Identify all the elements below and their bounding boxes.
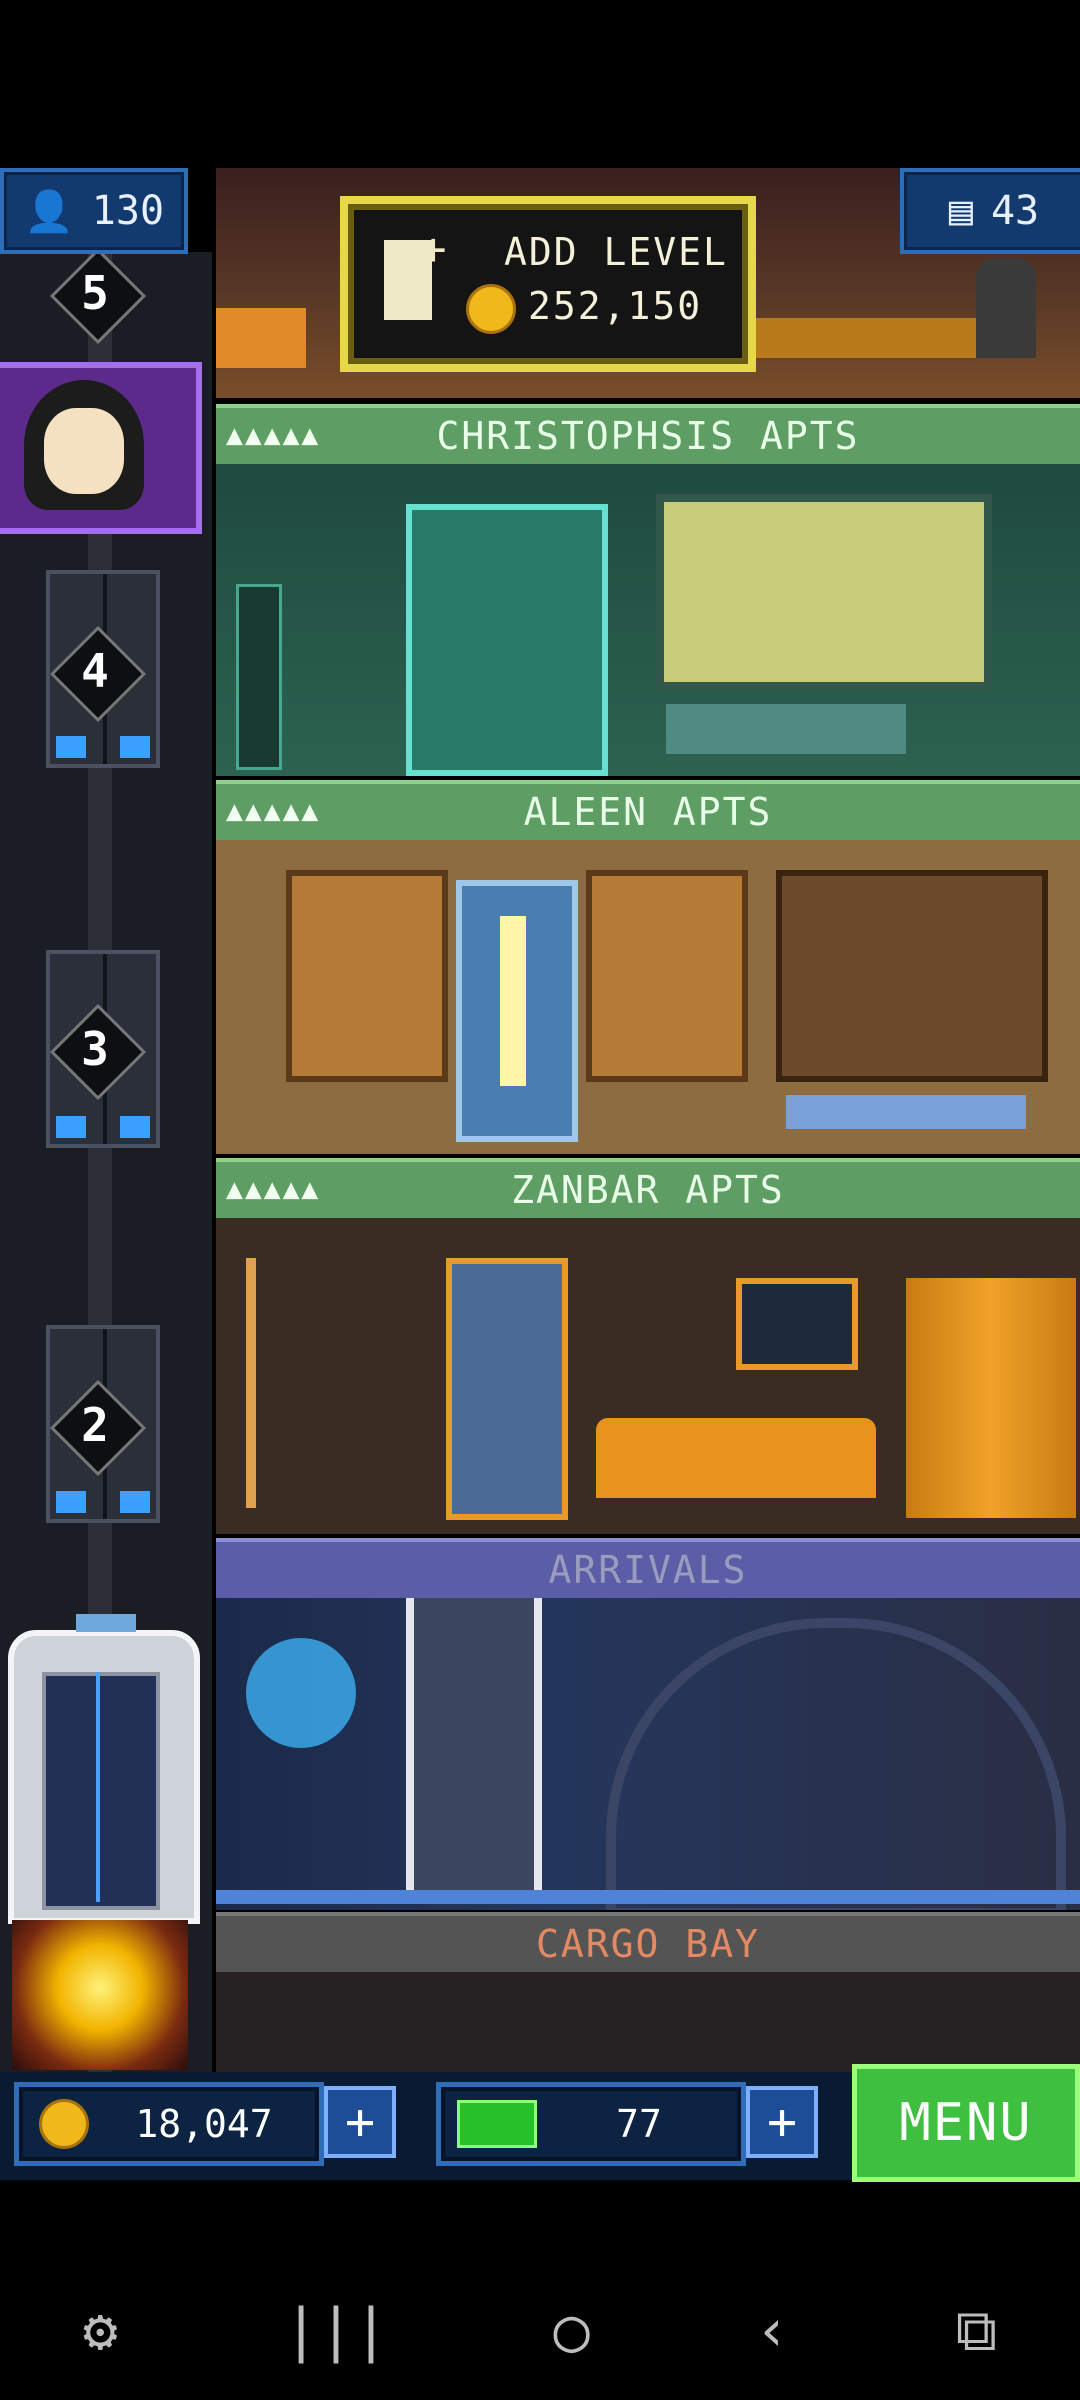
plus-icon: + xyxy=(344,2093,376,2151)
floor-zanbar[interactable]: ▲▲▲▲▲ ZANBAR APTS xyxy=(216,1158,1080,1534)
decor-pillars xyxy=(906,1278,1076,1518)
buy-bux-button[interactable]: + xyxy=(746,2086,818,2158)
bux-balance: 77 xyxy=(616,2102,662,2146)
floor-name: ZANBAR APTS xyxy=(511,1168,785,1212)
floor-number: 3 xyxy=(81,1022,109,1076)
star-rating: ▲▲▲▲▲ xyxy=(226,1172,321,1205)
recent-apps-icon[interactable]: ||| xyxy=(284,2296,389,2364)
door xyxy=(456,880,578,1142)
floor-name: ALEEN APTS xyxy=(523,790,773,834)
game-tools-icon[interactable]: ⚙ xyxy=(83,2296,118,2364)
floor-number: 2 xyxy=(81,1398,109,1452)
add-level-label: ADD LEVEL xyxy=(504,230,728,274)
floor-header: ARRIVALS xyxy=(216,1538,1080,1602)
coin-icon xyxy=(466,284,516,334)
door xyxy=(406,504,608,776)
plus-icon: + xyxy=(766,2093,798,2151)
star-rating: ▲▲▲▲▲ xyxy=(226,418,321,451)
floor-count-badge[interactable]: ▤ 43 xyxy=(900,168,1080,254)
floor-number: 4 xyxy=(81,644,109,698)
floor-name: ARRIVALS xyxy=(548,1548,748,1592)
platform xyxy=(216,1890,1080,1904)
bux-icon xyxy=(457,2100,537,2148)
elevator-car[interactable] xyxy=(8,1614,200,1924)
coins-panel: 18,047 xyxy=(14,2082,324,2166)
population-count: 130 xyxy=(91,188,165,234)
door xyxy=(446,1258,568,1520)
table xyxy=(786,1095,1026,1129)
back-icon[interactable]: ‹ xyxy=(755,2296,790,2364)
person-icon: 👤 xyxy=(23,188,74,235)
screenshot-icon[interactable]: ⧉ xyxy=(956,2296,997,2365)
floor-count: 43 xyxy=(990,188,1040,234)
avatar[interactable] xyxy=(0,362,202,534)
building-icon: ▤ xyxy=(948,188,973,234)
floor-christophsis[interactable]: ▲▲▲▲▲ CHRISTOPHSIS APTS xyxy=(216,404,1080,776)
panel xyxy=(286,870,448,1082)
system-nav-bar: ⚙ ||| ◯ ‹ ⧉ xyxy=(0,2260,1080,2400)
floor-header: ▲▲▲▲▲ ALEEN APTS xyxy=(216,780,1080,844)
add-level-button[interactable]: + ADD LEVEL 252,150 xyxy=(340,196,756,372)
lamp-shade xyxy=(776,870,1048,1082)
elevator-engine xyxy=(12,1920,188,2070)
panel xyxy=(586,870,748,1082)
floor-header: ▲▲▲▲▲ ZANBAR APTS xyxy=(216,1158,1080,1222)
coin-balance: 18,047 xyxy=(135,2102,273,2146)
floor-lamp xyxy=(246,1258,256,1508)
picture-frame xyxy=(736,1278,858,1370)
buy-coins-button[interactable]: + xyxy=(324,2086,396,2158)
floor-cargo-bay[interactable]: CARGO BAY xyxy=(216,1912,1080,2082)
floor-arrivals[interactable]: ARRIVALS xyxy=(216,1538,1080,1910)
floor-header: ▲▲▲▲▲ CHRISTOPHSIS APTS xyxy=(216,404,1080,468)
floor-name: CARGO BAY xyxy=(536,1922,760,1966)
floor-aleen[interactable]: ▲▲▲▲▲ ALEEN APTS xyxy=(216,780,1080,1154)
sofa xyxy=(596,1418,876,1498)
hologram-globe xyxy=(246,1638,356,1748)
bux-panel: 77 xyxy=(436,2082,746,2166)
star-rating: ▲▲▲▲▲ xyxy=(226,794,321,827)
coin-icon xyxy=(39,2099,89,2149)
menu-button[interactable]: MENU xyxy=(852,2064,1080,2182)
menu-label: MENU xyxy=(899,2093,1033,2153)
window xyxy=(656,494,992,690)
hangar-window xyxy=(606,1618,1066,1910)
plus-icon: + xyxy=(420,224,447,275)
floor-name: CHRISTOPHSIS APTS xyxy=(436,414,860,458)
floor-header: CARGO BAY xyxy=(216,1912,1080,1976)
population-badge[interactable]: 👤 130 xyxy=(0,168,188,254)
home-icon[interactable]: ◯ xyxy=(554,2296,589,2364)
shelf xyxy=(236,584,282,770)
sofa xyxy=(666,704,906,754)
floor-number: 5 xyxy=(81,266,109,320)
elevator-portal xyxy=(406,1598,542,1898)
add-level-cost: 252,150 xyxy=(528,284,703,328)
